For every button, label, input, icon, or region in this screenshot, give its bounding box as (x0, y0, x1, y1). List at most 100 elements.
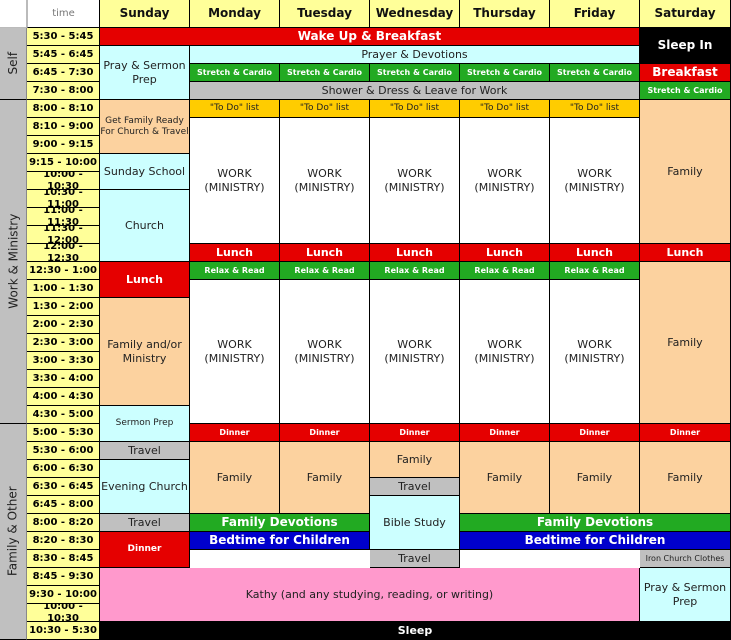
schedule-event[interactable]: Kathy (and any studying, reading, or wri… (100, 568, 640, 622)
schedule-event[interactable]: Get Family Ready For Church & Travel (100, 100, 190, 154)
time-slot: 8:45 - 9:30 (27, 568, 100, 586)
schedule-event[interactable]: Family (640, 100, 731, 244)
schedule-event[interactable]: Dinner (280, 424, 370, 442)
schedule-event[interactable]: Dinner (460, 424, 550, 442)
time-slot: 11:00 - 11:30 (27, 208, 100, 226)
time-slot: 4:00 - 4:30 (27, 388, 100, 406)
schedule-event[interactable]: Lunch (460, 244, 550, 262)
schedule-event[interactable]: Family (190, 442, 280, 514)
schedule-event[interactable]: Dinner (550, 424, 640, 442)
schedule-event[interactable]: Travel (370, 550, 460, 568)
schedule-event[interactable]: WORK (MINISTRY) (550, 118, 640, 244)
schedule-event[interactable]: Dinner (370, 424, 460, 442)
schedule-event[interactable]: Sleep In (640, 28, 731, 64)
category-label-text: Family & Other (5, 486, 20, 577)
header-day-saturday: Saturday (640, 0, 731, 28)
schedule-event[interactable]: Relax & Read (550, 262, 640, 280)
schedule-event[interactable]: Relax & Read (280, 262, 370, 280)
schedule-event[interactable]: Sermon Prep (100, 406, 190, 442)
schedule-event[interactable]: WORK (MINISTRY) (370, 118, 460, 244)
schedule-event[interactable]: Stretch & Cardio (370, 64, 460, 82)
schedule-event[interactable]: Dinner (640, 424, 731, 442)
schedule-event[interactable]: Stretch & Cardio (190, 64, 280, 82)
schedule-event[interactable]: "To Do" list (280, 100, 370, 118)
schedule-event[interactable]: Travel (370, 478, 460, 496)
category-label: Family & Other (0, 424, 27, 640)
schedule-event[interactable]: Sunday School (100, 154, 190, 190)
schedule-event[interactable]: Stretch & Cardio (640, 82, 731, 100)
category-label-text: Self (5, 52, 20, 75)
schedule-event[interactable]: Iron Church Clothes (640, 550, 731, 568)
schedule-event[interactable]: Relax & Read (190, 262, 280, 280)
time-slot: 5:45 - 6:45 (27, 46, 100, 64)
schedule-event[interactable]: Stretch & Cardio (280, 64, 370, 82)
time-slot: 2:00 - 2:30 (27, 316, 100, 334)
time-slot: 6:00 - 6:30 (27, 460, 100, 478)
schedule-event[interactable]: Bedtime for Children (460, 532, 731, 550)
schedule-event[interactable]: Wake Up & Breakfast (100, 28, 640, 46)
schedule-event[interactable]: Family Devotions (460, 514, 731, 532)
time-slot: 9:30 - 10:00 (27, 586, 100, 604)
schedule-event[interactable]: WORK (MINISTRY) (280, 118, 370, 244)
schedule-event[interactable]: Family and/or Ministry (100, 298, 190, 406)
time-slot: 10:30 - 5:30 (27, 622, 100, 640)
time-slot: 6:45 - 8:00 (27, 496, 100, 514)
schedule-event[interactable]: "To Do" list (460, 100, 550, 118)
schedule-event[interactable]: "To Do" list (370, 100, 460, 118)
schedule-event[interactable]: Lunch (550, 244, 640, 262)
header-time: time (27, 0, 100, 28)
schedule-event[interactable]: WORK (MINISTRY) (550, 280, 640, 424)
schedule-event[interactable]: Lunch (370, 244, 460, 262)
schedule-event[interactable]: Bedtime for Children (190, 532, 370, 550)
time-slot: 5:00 - 5:30 (27, 424, 100, 442)
schedule-event[interactable]: Dinner (190, 424, 280, 442)
time-slot: 2:30 - 3:00 (27, 334, 100, 352)
schedule-event[interactable]: "To Do" list (550, 100, 640, 118)
schedule-event[interactable]: Family (550, 442, 640, 514)
schedule-event[interactable]: Dinner (100, 532, 190, 568)
schedule-event[interactable]: Family (640, 442, 731, 514)
schedule-event[interactable]: Relax & Read (460, 262, 550, 280)
schedule-event[interactable]: WORK (MINISTRY) (280, 280, 370, 424)
schedule-event[interactable]: Lunch (640, 244, 731, 262)
schedule-event[interactable]: Pray & Sermon Prep (640, 568, 731, 622)
schedule-event[interactable]: Stretch & Cardio (550, 64, 640, 82)
schedule-event[interactable]: Relax & Read (370, 262, 460, 280)
category-label: Work & Ministry (0, 100, 27, 424)
schedule-event[interactable]: Bible Study (370, 496, 460, 550)
time-slot: 8:10 - 9:00 (27, 118, 100, 136)
schedule-event[interactable]: Church (100, 190, 190, 262)
schedule-event[interactable]: Family (640, 262, 731, 424)
header-day-monday: Monday (190, 0, 280, 28)
schedule-event[interactable]: Pray & Sermon Prep (100, 46, 190, 100)
schedule-event[interactable]: Travel (100, 514, 190, 532)
schedule-event[interactable]: WORK (MINISTRY) (460, 118, 550, 244)
time-slot: 6:45 - 7:30 (27, 64, 100, 82)
schedule-event[interactable]: Breakfast (640, 64, 731, 82)
schedule-event[interactable]: WORK (MINISTRY) (460, 280, 550, 424)
schedule-event[interactable]: Evening Church (100, 460, 190, 514)
schedule-event[interactable]: Lunch (190, 244, 280, 262)
header-day-sunday: Sunday (100, 0, 190, 28)
schedule-event[interactable]: Sleep (100, 622, 731, 640)
schedule-event[interactable]: Lunch (100, 262, 190, 298)
schedule-event[interactable]: Shower & Dress & Leave for Work (190, 82, 640, 100)
schedule-event[interactable]: Family Devotions (190, 514, 370, 532)
time-slot: 5:30 - 6:00 (27, 442, 100, 460)
schedule-event[interactable]: Stretch & Cardio (460, 64, 550, 82)
schedule-event[interactable]: Family (370, 442, 460, 478)
schedule-event[interactable]: Prayer & Devotions (190, 46, 640, 64)
time-slot: 10:00 - 10:30 (27, 604, 100, 622)
time-slot: 3:30 - 4:00 (27, 370, 100, 388)
header-day-tuesday: Tuesday (280, 0, 370, 28)
schedule-event[interactable]: Travel (100, 442, 190, 460)
header-day-wednesday: Wednesday (370, 0, 460, 28)
schedule-event[interactable]: "To Do" list (190, 100, 280, 118)
schedule-event[interactable]: WORK (MINISTRY) (370, 280, 460, 424)
schedule-event[interactable]: Lunch (280, 244, 370, 262)
schedule-event[interactable]: WORK (MINISTRY) (190, 280, 280, 424)
schedule-event[interactable]: Family (280, 442, 370, 514)
schedule-event[interactable]: Family (460, 442, 550, 514)
schedule-event[interactable]: WORK (MINISTRY) (190, 118, 280, 244)
header-corner (0, 0, 27, 28)
